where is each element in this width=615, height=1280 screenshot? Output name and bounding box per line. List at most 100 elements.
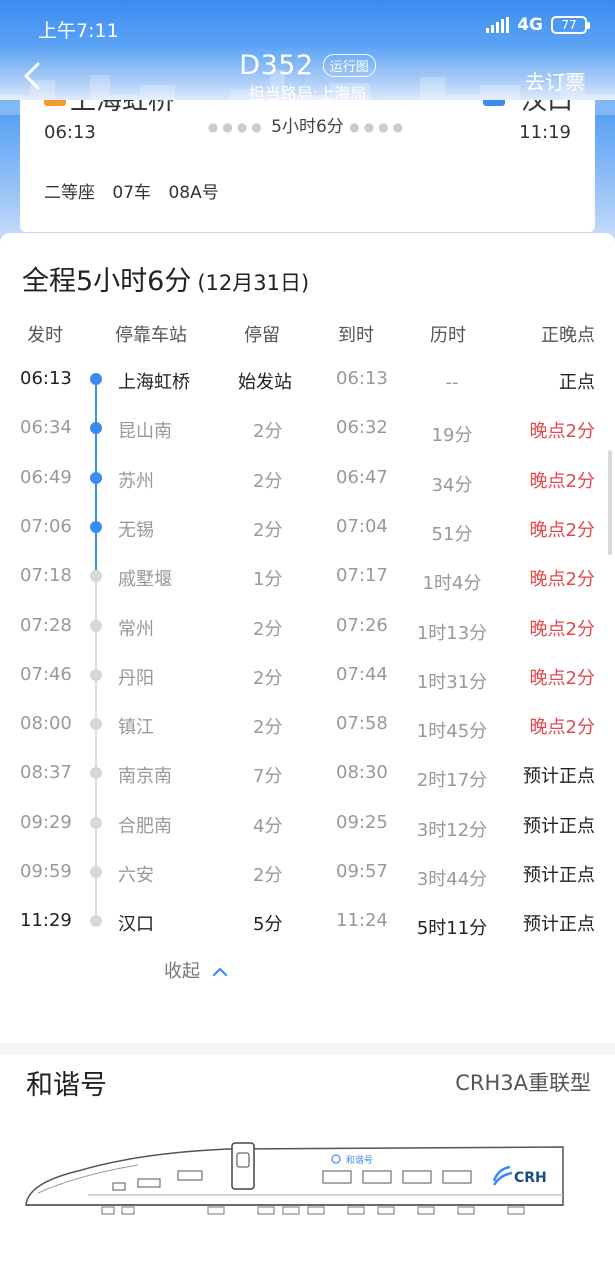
stop-elapsed: 1时13分 xyxy=(416,622,488,644)
schedule-date: (12月31日) xyxy=(197,271,310,295)
collapse-button[interactable]: 收起 xyxy=(164,957,228,983)
stop-arrival-time: 07:58 xyxy=(336,713,388,735)
stop-elapsed: -- xyxy=(445,372,459,393)
col-header-departure: 发时 xyxy=(27,325,63,346)
stop-departure-time: 06:34 xyxy=(20,417,72,439)
train-number: D352 xyxy=(239,50,314,81)
schedule-panel: 全程5小时6分 (12月31日) 发时 停靠车站 停留 到时 历时 正晚点 06:… xyxy=(0,233,615,1043)
seat-info: 二等座 07车 08A号 xyxy=(44,178,219,203)
stop-station-name: 常州 xyxy=(118,618,154,640)
stop-elapsed: 3时12分 xyxy=(416,819,488,841)
stop-departure-time: 07:06 xyxy=(20,515,72,537)
stop-dot-icon xyxy=(90,373,102,385)
stop-row[interactable]: 06:13 上海虹桥 始发站 06:13 -- 正点 xyxy=(0,364,615,394)
stop-dot-icon xyxy=(90,866,102,878)
stop-elapsed: 5时11分 xyxy=(416,918,488,940)
stop-elapsed: 1时45分 xyxy=(416,721,488,743)
trip-duration: 5小时6分 xyxy=(271,117,344,137)
stop-dot-icon xyxy=(90,767,102,780)
stop-row[interactable]: 07:06 无锡 2分 07:04 51分 晚点2分 xyxy=(0,512,615,545)
stop-station-name: 合肥南 xyxy=(118,815,172,837)
stop-dwell-time: 始发站 xyxy=(238,372,292,393)
stop-elapsed: 1时4分 xyxy=(422,573,482,595)
stop-station-name: 汉口 xyxy=(118,914,154,936)
stop-dot-icon xyxy=(90,520,102,533)
stop-row[interactable]: 09:29 合肥南 4分 09:25 3时12分 预计正点 xyxy=(0,808,615,841)
stop-dwell-time: 2分 xyxy=(253,421,283,443)
stop-dwell-time: 2分 xyxy=(253,865,283,886)
stop-row[interactable]: 07:18 戚墅堰 1分 07:17 1时4分 晚点2分 xyxy=(0,561,615,594)
stop-arrival-time: 06:47 xyxy=(336,466,388,488)
col-header-stop: 停留 xyxy=(244,325,280,346)
crh-logo-text: CRH xyxy=(514,1170,547,1186)
stop-row[interactable]: 08:37 南京南 7分 08:30 2时17分 预计正点 xyxy=(0,758,615,791)
livery-text: 和谐号 xyxy=(346,1155,373,1166)
stop-row[interactable]: 07:46 丹阳 2分 07:44 1时31分 晚点2分 xyxy=(0,660,615,693)
stop-punctuality: 晚点2分 xyxy=(529,421,595,443)
stop-elapsed: 2时17分 xyxy=(416,770,488,792)
stop-dwell-time: 2分 xyxy=(253,717,283,739)
col-header-station: 停靠车站 xyxy=(115,325,187,346)
book-ticket-button[interactable]: 去订票 xyxy=(525,66,585,95)
train-title: D352 运行图 担当路局:上海局 xyxy=(0,50,615,104)
stop-punctuality: 晚点2分 xyxy=(529,519,595,541)
stop-dwell-time: 2分 xyxy=(253,519,283,541)
train-model-type: CRH3A重联型 xyxy=(455,1071,591,1095)
stop-station-name: 丹阳 xyxy=(118,667,154,689)
stop-punctuality: 预计正点 xyxy=(523,766,595,788)
signal-icon-overlay xyxy=(486,17,510,33)
stop-punctuality: 预计正点 xyxy=(523,865,595,886)
col-header-elapsed: 历时 xyxy=(430,325,466,346)
stop-row[interactable]: 06:34 昆山南 2分 06:32 19分 晚点2分 xyxy=(0,413,615,446)
scrollbar[interactable] xyxy=(608,450,612,555)
status-time-overlay: 上午7:11 xyxy=(38,20,119,42)
stop-departure-time: 11:29 xyxy=(20,910,72,932)
arrival-time: 11:19 xyxy=(519,122,571,143)
stop-arrival-time: 07:17 xyxy=(336,565,388,587)
ticket-card[interactable]: 上海虹桥 汉口 06:13 ●●●● 5小时6分 ●●●● 11:19 二等座 … xyxy=(20,100,595,232)
car-number: 07车 xyxy=(112,183,152,203)
stop-arrival-time: 11:24 xyxy=(336,910,388,932)
stop-arrival-time: 09:25 xyxy=(336,811,388,833)
stop-punctuality: 晚点2分 xyxy=(529,618,595,640)
seat-class: 二等座 xyxy=(44,183,95,203)
stop-dot-icon xyxy=(90,816,102,829)
stop-dwell-time: 7分 xyxy=(253,766,283,788)
stop-punctuality: 预计正点 xyxy=(523,815,595,837)
stop-departure-time: 07:28 xyxy=(20,614,72,636)
stop-dwell-time: 5分 xyxy=(253,914,283,936)
stop-station-name: 无锡 xyxy=(118,519,154,541)
stop-departure-time: 06:13 xyxy=(20,368,72,389)
network-type-overlay: 4G xyxy=(517,15,543,35)
stop-dot-icon xyxy=(90,668,102,681)
stop-arrival-time: 09:57 xyxy=(336,861,388,882)
stop-departure-time: 06:49 xyxy=(20,466,72,488)
stop-dot-icon xyxy=(90,619,102,632)
stop-row[interactable]: 11:29 汉口 5分 11:24 5时11分 预计正点 xyxy=(0,906,615,939)
stop-arrival-time: 07:44 xyxy=(336,663,388,685)
stop-dot-icon xyxy=(90,570,102,583)
stop-dwell-time: 2分 xyxy=(253,618,283,640)
seat-number: 08A号 xyxy=(168,183,219,203)
stop-departure-time: 09:29 xyxy=(20,811,72,833)
stop-departure-time: 07:18 xyxy=(20,565,72,587)
stop-row[interactable]: 06:49 苏州 2分 06:47 34分 晚点2分 xyxy=(0,463,615,496)
col-header-arrival: 到时 xyxy=(338,325,374,346)
stop-row[interactable]: 08:00 镇江 2分 07:58 1时45分 晚点2分 xyxy=(0,709,615,742)
stop-station-name: 昆山南 xyxy=(118,421,172,443)
stop-arrival-time: 07:04 xyxy=(336,515,388,537)
stop-punctuality: 正点 xyxy=(559,372,595,393)
stop-elapsed: 19分 xyxy=(431,425,473,447)
operating-bureau: 担当路局:上海局 xyxy=(248,84,367,103)
nav-bar: D352 运行图 担当路局:上海局 去订票 xyxy=(0,50,615,104)
stop-station-name: 六安 xyxy=(118,865,154,886)
route-map-button[interactable]: 运行图 xyxy=(322,54,376,77)
schedule-title: 全程5小时6分 (12月31日) xyxy=(22,259,309,298)
stop-row[interactable]: 09:59 六安 2分 09:57 3时44分 预计正点 xyxy=(0,857,615,890)
stop-row[interactable]: 07:28 常州 2分 07:26 1时13分 晚点2分 xyxy=(0,611,615,644)
total-duration: 全程5小时6分 xyxy=(22,266,192,297)
col-header-punctuality: 正晚点 xyxy=(541,325,595,346)
stop-punctuality: 晚点2分 xyxy=(529,667,595,689)
stop-dot-icon xyxy=(90,422,102,435)
stop-departure-time: 08:37 xyxy=(20,762,72,784)
